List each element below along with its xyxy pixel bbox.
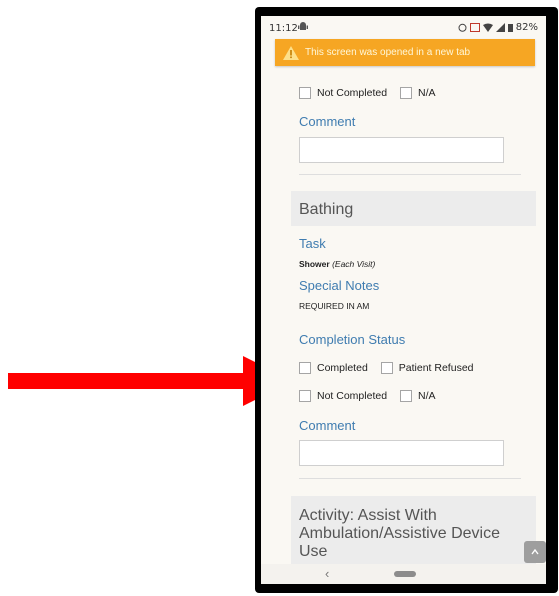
android-nav-bar: ‹ <box>261 564 546 584</box>
signal-icon <box>495 23 505 32</box>
section-header-activity: Activity: Assist With Ambulation/Assisti… <box>291 496 536 566</box>
checkbox-label: Not Completed <box>317 390 388 402</box>
status-row-1: Completed Patient Refused <box>299 362 487 374</box>
completion-status-label: Completion Status <box>299 332 406 347</box>
task-frequency: (Each Visit) <box>332 259 376 269</box>
phone-frame: 11:12 82% This screen was opened in a ne… <box>255 7 558 593</box>
status-row-2: Not Completed N/A <box>299 390 449 402</box>
section-title-line: Use <box>299 543 328 560</box>
toast-message: This screen was opened in a new tab <box>305 47 471 58</box>
main-content: Not Completed N/A Comment Bathing Task S… <box>261 66 546 566</box>
special-notes-label: Special Notes <box>299 278 380 293</box>
screen: 11:12 82% This screen was opened in a ne… <box>261 16 546 584</box>
checkbox-completed[interactable] <box>299 362 311 374</box>
divider <box>299 174 521 175</box>
back-icon[interactable]: ‹ <box>325 566 329 581</box>
android-icon <box>298 22 308 30</box>
checkbox-not-completed-top[interactable] <box>299 87 311 99</box>
checkbox-patient-refused[interactable] <box>380 362 393 374</box>
battery-icon <box>507 24 513 32</box>
comment-label-top: Comment <box>299 114 356 129</box>
cast-icon <box>469 23 480 32</box>
section-header-bathing: Bathing <box>291 191 536 226</box>
status-time: 11:12 <box>269 23 298 34</box>
checkbox-label: N/A <box>418 87 436 99</box>
checkbox-label: Completed <box>317 362 368 374</box>
checkbox-row-top: Not Completed N/A <box>299 87 449 99</box>
home-pill-icon[interactable] <box>394 571 416 577</box>
scroll-to-top-button[interactable] <box>524 541 546 563</box>
task-label: Task <box>299 236 326 251</box>
alarm-icon <box>458 23 467 32</box>
warning-icon <box>283 45 299 60</box>
task-name: Shower <box>299 259 330 269</box>
checkbox-not-completed[interactable] <box>299 390 311 402</box>
task-value: Shower (Each Visit) <box>299 259 375 269</box>
wifi-icon <box>482 23 493 32</box>
battery-percent: 82% <box>515 22 538 33</box>
status-bar: 11:12 82% <box>261 16 546 40</box>
section-title-line: Activity: Assist With <box>299 507 437 524</box>
divider <box>299 478 521 479</box>
checkbox-label: Not Completed <box>317 87 388 99</box>
comment-input-top[interactable] <box>299 137 504 163</box>
special-notes-value: REQUIRED IN AM <box>299 301 370 311</box>
checkbox-na-top[interactable] <box>400 87 413 99</box>
chevron-up-icon <box>531 549 539 555</box>
comment-label: Comment <box>299 418 356 433</box>
checkbox-label: N/A <box>418 390 436 402</box>
checkbox-na[interactable] <box>400 390 413 402</box>
checkbox-label: Patient Refused <box>398 362 474 374</box>
new-tab-toast[interactable]: This screen was opened in a new tab <box>275 39 535 66</box>
red-arrow-icon <box>8 356 293 406</box>
section-title-line: Ambulation/Assistive Device <box>299 525 500 542</box>
section-title-bathing: Bathing <box>299 201 354 218</box>
status-icons: 82% <box>458 22 538 33</box>
comment-input[interactable] <box>299 440 504 466</box>
